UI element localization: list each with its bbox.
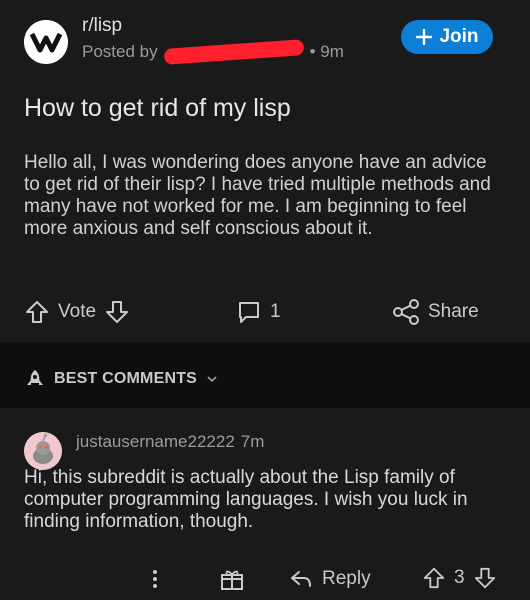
redacted-username — [163, 39, 304, 65]
comments-button[interactable]: 1 — [236, 299, 281, 325]
downvote-icon[interactable] — [104, 299, 130, 325]
posted-by-line: Posted by • 9m — [82, 39, 344, 65]
post-header: r/lisp Posted by • 9m Join — [0, 0, 530, 80]
comment-upvote-icon[interactable] — [422, 566, 446, 590]
comment-count: 1 — [270, 301, 281, 322]
subreddit-avatar[interactable] — [24, 20, 68, 64]
comment-username[interactable]: justausername22222 — [76, 432, 235, 452]
reply-label: Reply — [322, 568, 371, 589]
plus-icon — [416, 28, 433, 46]
comment-meta: justausername22222 7m — [76, 432, 264, 452]
comment-actions: Reply 3 — [0, 560, 530, 600]
join-button[interactable]: Join — [401, 20, 493, 54]
post-title: How to get rid of my lisp — [24, 94, 291, 122]
reply-button[interactable]: Reply — [288, 566, 371, 592]
comment-time: 7m — [240, 432, 265, 451]
post-actions: Vote 1 Share — [0, 293, 530, 333]
comment-item: justausername22222 7m Hi, this subreddit… — [0, 412, 530, 600]
comment-score: 3 — [454, 567, 465, 588]
rocket-icon — [24, 368, 46, 390]
chevron-down-icon — [205, 372, 219, 386]
upvote-icon[interactable] — [24, 299, 50, 325]
post-time: • 9m — [309, 42, 344, 61]
share-label: Share — [428, 301, 479, 322]
posted-by-label: Posted by — [82, 42, 158, 61]
join-label: Join — [439, 26, 479, 47]
more-options-button[interactable] — [150, 566, 160, 592]
commenter-avatar[interactable] — [24, 432, 62, 470]
comment-vote-group: 3 — [422, 566, 497, 590]
sort-label: BEST COMMENTS — [54, 370, 198, 387]
comment-downvote-icon[interactable] — [473, 566, 497, 590]
comment-sort-dropdown[interactable]: BEST COMMENTS — [24, 368, 219, 390]
reply-arrow-icon — [288, 566, 314, 592]
vote-group: Vote — [24, 299, 130, 325]
gift-icon — [219, 566, 245, 592]
vote-label: Vote — [58, 301, 97, 322]
comment-text: Hi, this subreddit is actually about the… — [24, 467, 468, 532]
subreddit-name[interactable]: r/lisp — [82, 15, 122, 37]
share-button[interactable]: Share — [392, 299, 479, 325]
more-vertical-icon — [150, 566, 160, 592]
award-button[interactable] — [219, 566, 245, 592]
share-icon — [392, 299, 420, 325]
comment-icon — [236, 299, 262, 325]
post-body: Hello all, I was wondering does anyone h… — [24, 152, 491, 239]
